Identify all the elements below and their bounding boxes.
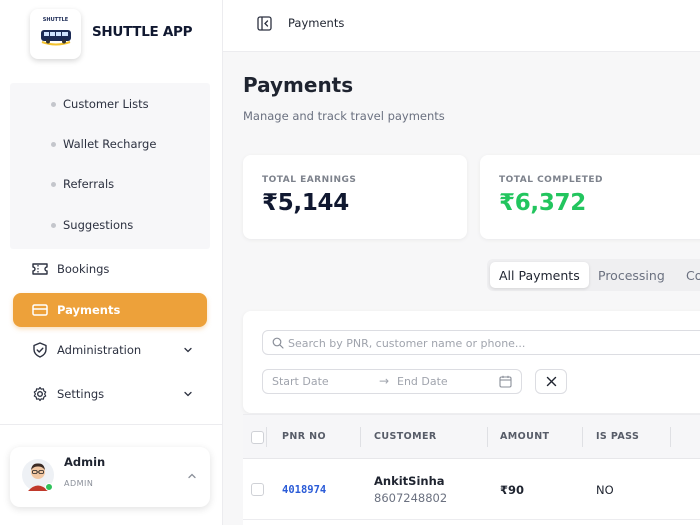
column-header-customer[interactable]: CUSTOMER (374, 431, 437, 442)
customers-submenu: Customer Lists Wallet Recharge Referrals… (10, 83, 210, 249)
sidebar-item-label: Settings (57, 387, 105, 401)
column-header-pnr[interactable]: PNR NO (282, 431, 326, 442)
submenu-item-suggestions[interactable]: Suggestions (10, 210, 210, 240)
column-divider (360, 427, 361, 447)
chevron-up-icon[interactable] (187, 471, 197, 481)
payment-tabs: All Payments Processing Co (487, 259, 700, 291)
select-all-checkbox[interactable] (251, 431, 264, 444)
submenu-item-label: Suggestions (63, 218, 134, 232)
submenu-item-referrals[interactable]: Referrals (10, 169, 210, 199)
column-header-is-pass[interactable]: IS PASS (596, 431, 639, 442)
pnr-link[interactable]: 4018974 (282, 484, 326, 496)
user-role: ADMIN (64, 479, 94, 488)
tab-processing[interactable]: Processing (589, 262, 674, 288)
customer-name: AnkitSinha (374, 474, 445, 488)
sidebar: SHUTTLE SHUTTLE APP Customer Lists Walle… (0, 0, 223, 525)
stat-value: ₹5,144 (262, 190, 349, 216)
chevron-down-icon (184, 347, 192, 353)
stat-label: TOTAL COMPLETED (499, 175, 604, 185)
search-input[interactable] (288, 334, 700, 352)
submenu-item-label: Referrals (63, 177, 115, 191)
column-divider (582, 427, 583, 447)
logo-text: SHUTTLE (42, 17, 69, 23)
end-date-input[interactable]: End Date (397, 375, 448, 388)
user-name: Admin (64, 455, 106, 469)
gear-icon (33, 386, 47, 402)
ticket-icon (32, 263, 48, 275)
sidebar-toggle-icon[interactable] (257, 16, 272, 31)
column-header-amount[interactable]: AMOUNT (500, 431, 549, 442)
page-subtitle: Manage and track travel payments (243, 109, 445, 123)
user-profile-card[interactable]: Admin ADMIN (10, 447, 210, 507)
chevron-down-icon (184, 391, 192, 397)
arrow-right-icon: → (379, 374, 390, 388)
stat-label: TOTAL EARNINGS (262, 175, 357, 185)
app-logo[interactable]: SHUTTLE (30, 9, 81, 59)
column-divider (266, 427, 267, 447)
table-header: PNR NO CUSTOMER AMOUNT IS PASS (243, 415, 700, 459)
sidebar-item-administration[interactable]: Administration (13, 333, 207, 367)
customer-phone: 8607248802 (374, 491, 448, 505)
stat-card-total-completed: TOTAL COMPLETED ₹6,372 (480, 155, 700, 239)
topbar: Payments (223, 0, 700, 52)
card-icon (32, 304, 48, 316)
date-range-picker[interactable]: Start Date → End Date (262, 369, 522, 394)
search-icon (272, 337, 284, 349)
start-date-input[interactable]: Start Date (272, 375, 329, 388)
sidebar-item-label: Bookings (57, 262, 110, 276)
breadcrumb: Payments (288, 16, 345, 30)
sidebar-item-label: Payments (57, 303, 121, 317)
sidebar-item-label: Administration (57, 343, 142, 357)
bus-icon (41, 30, 71, 46)
stat-card-total-earnings: TOTAL EARNINGS ₹5,144 (243, 155, 467, 239)
sidebar-item-bookings[interactable]: Bookings (13, 252, 207, 286)
clear-filters-button[interactable] (535, 369, 567, 394)
tab-all-payments[interactable]: All Payments (490, 262, 589, 288)
submenu-item-wallet-recharge[interactable]: Wallet Recharge (10, 129, 210, 159)
search-box (262, 330, 700, 355)
bullet-icon (51, 181, 56, 187)
column-divider (487, 427, 488, 447)
tab-completed[interactable]: Co (677, 262, 700, 288)
page-title: Payments (243, 73, 354, 97)
shield-icon (33, 342, 47, 358)
close-icon (546, 376, 557, 387)
submenu-item-label: Customer Lists (63, 97, 149, 111)
submenu-item-label: Wallet Recharge (63, 137, 157, 151)
bullet-icon (51, 222, 56, 228)
row-checkbox[interactable] (251, 483, 264, 496)
amount-value: ₹90 (500, 483, 525, 497)
sidebar-divider (0, 424, 223, 425)
is-pass-value: NO (596, 483, 614, 497)
submenu-item-customer-lists[interactable]: Customer Lists (10, 89, 210, 119)
sidebar-item-payments[interactable]: Payments (13, 293, 207, 327)
column-divider (670, 427, 671, 447)
filter-card: Start Date → End Date (243, 311, 700, 413)
bullet-icon (51, 101, 56, 107)
online-status-dot (45, 483, 53, 491)
brand-name: SHUTTLE APP (92, 24, 193, 40)
calendar-icon[interactable] (499, 375, 512, 388)
table-row[interactable]: 4018974 AnkitSinha 8607248802 ₹90 NO (243, 460, 700, 520)
sidebar-item-settings[interactable]: Settings (13, 377, 207, 411)
payments-table: PNR NO CUSTOMER AMOUNT IS PASS 4018974 A… (243, 414, 700, 525)
bullet-icon (51, 141, 56, 147)
stat-value: ₹6,372 (499, 190, 586, 216)
